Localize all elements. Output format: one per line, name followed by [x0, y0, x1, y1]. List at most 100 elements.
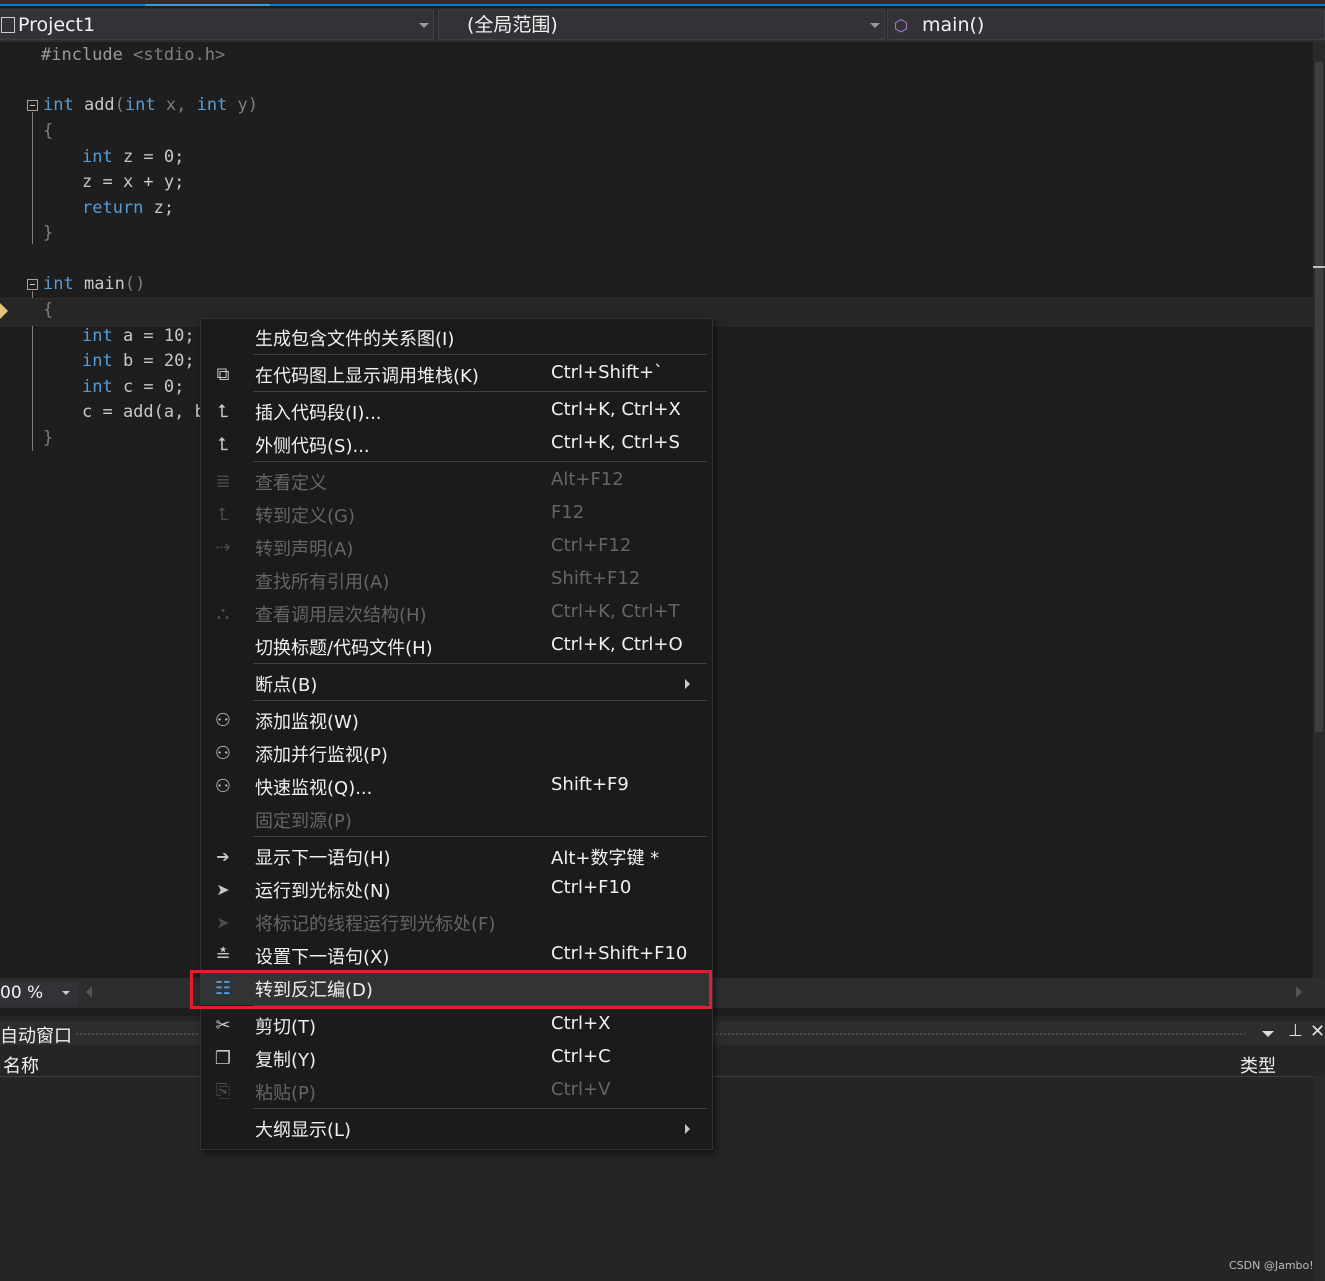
menu-item-label: 插入代码段(I)...: [255, 403, 382, 424]
menu-item-shortcut: Ctrl+F12: [551, 535, 632, 556]
scope-dropdown[interactable]: (全局范围): [438, 10, 885, 40]
menu-item[interactable]: 切换标题/代码文件(H) Ctrl+K, Ctrl+O: [201, 630, 710, 663]
menu-item-shortcut: Shift+F9: [551, 774, 629, 795]
menu-item[interactable]: ⧉ 在代码图上显示调用堆栈(K) Ctrl+Shift+`: [201, 358, 710, 391]
menu-item-label: 外侧代码(S)...: [255, 436, 370, 457]
menu-item-shortcut: Ctrl+K, Ctrl+O: [551, 634, 683, 655]
menu-item[interactable]: ⚇ 添加并行监视(P): [201, 737, 710, 770]
menu-item: ➤ 将标记的线程运行到光标处(F): [201, 906, 710, 939]
menu-item-label: 快速监视(Q)...: [255, 778, 373, 799]
menu-item-shortcut: Ctrl+K, Ctrl+T: [551, 601, 680, 622]
scroll-marker: [1313, 266, 1325, 268]
menu-item: ≣ 查看定义 Alt+F12: [201, 465, 710, 498]
code-line: }: [43, 223, 54, 243]
menu-item: 查找所有引用(A) Shift+F12: [201, 564, 710, 597]
function-dropdown[interactable]: ⬡ main(): [887, 10, 1325, 40]
menu-item-shortcut: Ctrl+Shift+F10: [551, 943, 688, 964]
menu-item-label: 显示下一语句(H): [255, 848, 391, 869]
close-icon[interactable]: ✕: [1310, 1021, 1325, 1042]
menu-item-label: 添加并行监视(P): [255, 745, 388, 766]
project-name: Project1: [18, 14, 96, 36]
column-name-header[interactable]: 名称: [3, 1052, 39, 1078]
menu-item: ⮤ 转到定义(G) F12: [201, 498, 710, 531]
menu-item[interactable]: ≛ 设置下一语句(X) Ctrl+Shift+F10: [201, 939, 710, 972]
scroll-right-icon[interactable]: [1296, 986, 1302, 998]
code-line: int main(): [43, 274, 146, 294]
code-line: int z = 0;: [82, 147, 185, 167]
menu-item[interactable]: 生成包含文件的关系图(I): [201, 321, 710, 354]
code-line: c = add(a, b: [82, 402, 205, 422]
menu-item-shortcut: Ctrl+V: [551, 1079, 611, 1100]
menu-item[interactable]: 断点(B): [201, 667, 710, 700]
auto-window-title: 自动窗口: [0, 1026, 72, 1047]
watermark: CSDN @Jambo!: [1229, 1259, 1314, 1272]
code-line: int c = 0;: [82, 377, 185, 397]
collapse-toggle[interactable]: [27, 100, 38, 111]
menu-item-label: 剪切(T): [255, 1017, 317, 1038]
pin-icon[interactable]: ⊥: [1288, 1021, 1303, 1041]
menu-item[interactable]: ⚇ 添加监视(W): [201, 704, 710, 737]
zoom-value: 00 %: [0, 983, 44, 1003]
set-next-statement-icon: ≛: [215, 945, 231, 966]
code-line: int add(int x, int y): [43, 95, 259, 115]
collapse-toggle[interactable]: [27, 279, 38, 290]
code-line: }: [43, 428, 54, 448]
code-line: {: [43, 300, 54, 320]
menu-item-label: 断点(B): [255, 675, 318, 696]
menu-item-shortcut: Ctrl+F10: [551, 877, 632, 898]
menu-item[interactable]: 大纲显示(L): [201, 1112, 710, 1145]
project-icon: [1, 17, 15, 33]
surround-with-icon: ⮤: [217, 434, 229, 455]
scrollbar-thumb[interactable]: [1315, 62, 1323, 732]
vertical-scrollbar[interactable]: [1313, 1076, 1325, 1281]
menu-item-label: 大纲显示(L): [255, 1120, 352, 1141]
menu-separator: [253, 663, 707, 664]
menu-item-shortcut: Shift+F12: [551, 568, 641, 589]
code-line: {: [43, 121, 54, 141]
chevron-right-icon: [685, 679, 690, 689]
menu-item-shortcut: Ctrl+K, Ctrl+X: [551, 399, 681, 420]
zoom-dropdown[interactable]: 00 %: [0, 981, 78, 1005]
chevron-down-icon[interactable]: [1262, 1031, 1274, 1037]
menu-item-shortcut: Ctrl+C: [551, 1046, 611, 1067]
menu-item[interactable]: ✂ 剪切(T) Ctrl+X: [201, 1009, 710, 1042]
scroll-left-icon[interactable]: [86, 986, 92, 998]
column-type-header[interactable]: 类型: [1240, 1052, 1276, 1078]
menu-item-label: 添加监视(W): [255, 712, 359, 733]
menu-item[interactable]: ⮤ 外侧代码(S)... Ctrl+K, Ctrl+S: [201, 428, 710, 461]
copy-icon: ❐: [214, 1048, 232, 1069]
menu-separator: [253, 354, 707, 355]
menu-item-label: 在代码图上显示调用堆栈(K): [255, 366, 479, 387]
menu-item: ⎘ 粘贴(P) Ctrl+V: [201, 1075, 710, 1108]
menu-item[interactable]: ⮤ 插入代码段(I)... Ctrl+K, Ctrl+X: [201, 395, 710, 428]
code-line: int b = 20;: [82, 351, 195, 371]
menu-item[interactable]: ❐ 复制(Y) Ctrl+C: [201, 1042, 710, 1075]
menu-item[interactable]: ➤ 运行到光标处(N) Ctrl+F10: [201, 873, 710, 906]
cursor-icon: ➤: [216, 880, 230, 899]
code-line: #include <stdio.h>: [41, 45, 226, 65]
menu-item-label: 生成包含文件的关系图(I): [255, 329, 455, 350]
parallel-watch-icon: ⚇: [214, 743, 232, 764]
menu-item[interactable]: ➔ 显示下一语句(H) Alt+数字键 *: [201, 840, 710, 873]
menu-item[interactable]: ⚇ 快速监视(Q)... Shift+F9: [201, 770, 710, 803]
function-name: main(): [922, 14, 985, 36]
context-menu: 生成包含文件的关系图(I) ⧉ 在代码图上显示调用堆栈(K) Ctrl+Shift+`…: [200, 318, 713, 1150]
goto-declaration-icon: ⇢: [215, 537, 231, 558]
menu-item-shortcut: Ctrl+X: [551, 1013, 611, 1034]
menu-item-label: 将标记的线程运行到光标处(F): [255, 914, 496, 935]
chevron-down-icon: [419, 23, 429, 28]
vertical-scrollbar[interactable]: [1313, 42, 1325, 978]
code-line: z = x + y;: [82, 172, 185, 192]
menu-item-label: 转到定义(G): [255, 506, 355, 527]
menu-item-label: 查看定义: [255, 473, 327, 494]
menu-item-label: 查看调用层次结构(H): [255, 605, 427, 626]
arrow-right-icon: ➔: [216, 847, 230, 866]
code-line: int a = 10;: [82, 326, 195, 346]
project-dropdown[interactable]: Project1: [0, 10, 434, 40]
menu-item-shortcut: Alt+数字键 *: [551, 848, 660, 869]
menu-item: 固定到源(P): [201, 803, 710, 836]
call-hierarchy-icon: ⛬: [216, 603, 230, 624]
quick-watch-icon: ⚇: [214, 776, 232, 797]
execution-pointer-icon: [0, 303, 8, 319]
insert-snippet-icon: ⮤: [217, 401, 229, 422]
